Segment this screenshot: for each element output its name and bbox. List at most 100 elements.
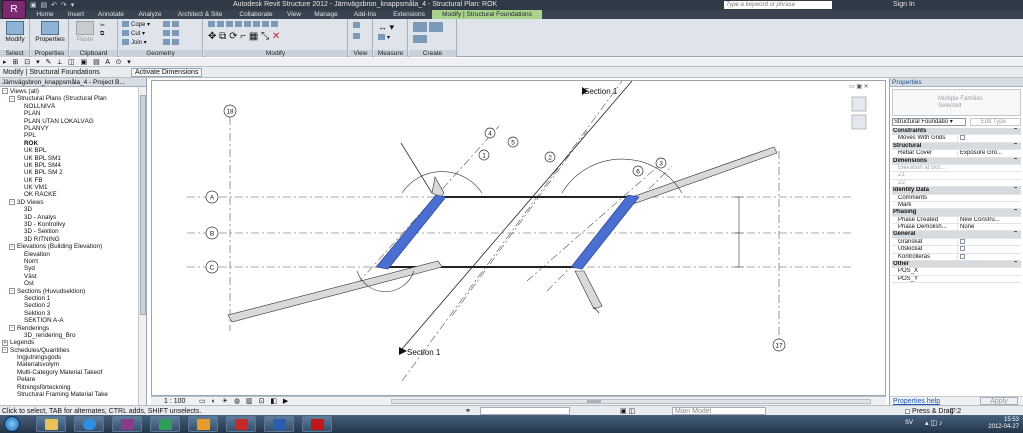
tree-item[interactable]: SEKTION A-A xyxy=(0,317,146,324)
application-menu-button[interactable]: R xyxy=(2,0,26,19)
property-row[interactable]: Kontrolleras xyxy=(892,253,1021,262)
array-icon[interactable]: ▦ xyxy=(249,31,258,42)
tree-item[interactable]: 3D - Analys xyxy=(0,214,146,221)
taskbar-explorer[interactable] xyxy=(36,416,66,432)
tree-item[interactable]: RÖK xyxy=(0,140,146,147)
tree-item[interactable]: Öst xyxy=(0,280,146,287)
geometry-tool-3[interactable] xyxy=(163,39,181,46)
tree-item[interactable]: Sektion 3 xyxy=(0,310,146,317)
taskbar-acrobat[interactable] xyxy=(302,416,332,432)
horizontal-scrollbar-thumb[interactable] xyxy=(587,400,601,403)
tab-add-ins[interactable]: Add-Ins xyxy=(346,10,384,19)
property-value[interactable]: None xyxy=(957,224,1021,231)
press-drag-checkbox[interactable] xyxy=(905,408,910,414)
tree-item[interactable]: PPL xyxy=(0,132,146,139)
collapse-icon[interactable]: ⌃ xyxy=(1013,128,1018,134)
hide-in-view-button[interactable] xyxy=(353,22,362,29)
tree-item[interactable]: Section 1 xyxy=(0,295,146,302)
tab-analyze[interactable]: Analyze xyxy=(132,10,168,19)
property-row[interactable]: Comments xyxy=(892,195,1021,202)
paste-button[interactable]: Paste xyxy=(72,19,98,43)
tray-icons[interactable]: ▴ ◫ ♪ xyxy=(925,419,943,427)
join-button[interactable]: Join ▾ xyxy=(122,39,147,46)
cut-small-icon[interactable]: ✂ xyxy=(100,22,105,29)
view-scale[interactable]: 1 : 100 xyxy=(164,398,185,405)
copy-small-icon[interactable]: ⧉ xyxy=(100,31,104,38)
tab-manage[interactable]: Manage xyxy=(308,10,344,19)
tree-item[interactable]: NOLLNIVÅ xyxy=(0,103,146,110)
tab-collaborate[interactable]: Collaborate xyxy=(232,10,280,19)
cope-button[interactable]: Cope ▾ xyxy=(122,21,150,28)
copy-icon[interactable]: ⧉ xyxy=(219,31,226,42)
move-tools[interactable]: ✥ ⧉ ⟳ ⌐ ▦ ⤡ ✕ xyxy=(208,31,280,42)
property-value[interactable] xyxy=(957,135,1021,142)
taskbar-media[interactable] xyxy=(112,416,142,432)
collapse-icon[interactable]: ⌃ xyxy=(1013,158,1018,164)
tree-item[interactable]: 3D RITNING xyxy=(0,236,146,243)
property-category[interactable]: Constraints ⌃ xyxy=(892,128,1021,136)
tab-view[interactable]: View xyxy=(282,10,306,19)
property-value[interactable]: New Constru... xyxy=(957,216,1021,224)
tree-item[interactable]: PLANVY xyxy=(0,125,146,132)
property-category[interactable]: Dimensions ⌃ xyxy=(892,157,1021,165)
property-checkbox[interactable] xyxy=(960,135,965,141)
tree-item[interactable]: UK VM1 xyxy=(0,184,146,191)
tree-item[interactable]: - Elevations (Building Elevation) xyxy=(0,243,146,250)
taskbar-publisher[interactable] xyxy=(150,416,180,432)
tree-item[interactable]: + Legends xyxy=(0,339,146,346)
cut-button[interactable]: Cut ▾ xyxy=(122,30,145,37)
property-row[interactable]: Granskat xyxy=(892,238,1021,247)
property-row[interactable]: Elevation at Bot... xyxy=(892,165,1021,173)
tree-item[interactable]: Syd xyxy=(0,265,146,272)
collapse-icon[interactable]: ⌃ xyxy=(1013,187,1018,193)
collapse-icon[interactable]: - xyxy=(2,88,8,95)
property-checkbox[interactable] xyxy=(960,238,965,244)
taskbar-word[interactable] xyxy=(264,416,294,432)
property-category[interactable]: Other ⌃ xyxy=(892,261,1021,269)
design-option-selector[interactable]: Main Model xyxy=(672,407,766,415)
press-drag-toggle[interactable]: Press & Drag xyxy=(905,408,954,415)
property-value[interactable] xyxy=(957,253,1021,260)
tree-item[interactable]: UK BPL xyxy=(0,147,146,154)
property-row[interactable]: Z1 xyxy=(892,172,1021,180)
trim-icon[interactable]: ⌐ xyxy=(240,31,246,42)
project-browser-scrollbar[interactable] xyxy=(138,87,146,405)
collapse-icon[interactable]: ⌃ xyxy=(1013,143,1018,149)
tree-item[interactable]: - Sections (Huvudsektion) xyxy=(0,288,146,295)
horizontal-scrollbar[interactable] xyxy=(391,399,871,404)
tree-item[interactable]: PLAN xyxy=(0,110,146,117)
property-value[interactable]: Exposure Gro... xyxy=(957,150,1021,157)
tab-modify-structural-foundations[interactable]: Modify | Structural Foundations xyxy=(432,10,542,19)
align-tools[interactable] xyxy=(208,21,280,28)
tree-item[interactable]: UK BPL SM 2 xyxy=(0,169,146,176)
property-row[interactable]: Phase Created New Constru... xyxy=(892,216,1021,225)
activate-dimensions-button[interactable]: Activate Dimensions xyxy=(131,68,203,77)
tree-item[interactable]: Ritningsförteckning xyxy=(0,384,146,391)
view-control-icons[interactable]: ▭ ◐ ☀ ◍ ▥ ⊡ ◧ ▶ xyxy=(199,397,290,405)
structural-plan-drawing[interactable]: A B C 18 17 4 5 1 2 6 3 Section 1 Sectio… xyxy=(152,80,887,397)
toolbar-icons[interactable]: ▸ ⊞ ⊡ ▾ ✎ ⟂ ◫ ▣ ▤ A ⊙ ▾ xyxy=(3,58,133,67)
property-row[interactable]: Mark xyxy=(892,202,1021,210)
collapse-icon[interactable]: - xyxy=(9,95,15,102)
apply-button[interactable]: Apply xyxy=(980,397,1018,405)
sign-in-button[interactable]: Sign In xyxy=(893,1,915,8)
tree-item[interactable]: 3D - Kontrollvy xyxy=(0,221,146,228)
tab-home[interactable]: Home xyxy=(30,10,60,19)
property-row[interactable]: Rebar Cover Exposure Gro... xyxy=(892,150,1021,158)
quick-access-toolbar[interactable]: ▣ ▤ ↶ ↷ ▾ xyxy=(30,1,75,9)
taskbar-outlook[interactable] xyxy=(188,416,218,432)
tree-item[interactable]: ÖK RÄCKE xyxy=(0,191,146,198)
properties-button[interactable]: Properties xyxy=(33,19,67,43)
property-row[interactable]: POS_X xyxy=(892,268,1021,276)
tree-item[interactable]: 3D - Sektion xyxy=(0,228,146,235)
tab-extensions[interactable]: Extensions xyxy=(386,10,432,19)
input-language[interactable]: SV xyxy=(905,420,913,426)
geometry-tool-2[interactable] xyxy=(163,30,181,37)
collapse-icon[interactable]: ⌃ xyxy=(1013,231,1018,237)
property-row[interactable]: Phase Demolish... None xyxy=(892,224,1021,232)
workset-selector[interactable] xyxy=(480,407,570,415)
collapse-icon[interactable]: - xyxy=(9,287,15,294)
collapse-icon[interactable]: - xyxy=(9,199,15,206)
taskbar-ie[interactable] xyxy=(74,416,104,432)
design-options-icons[interactable]: ▣ ◫ xyxy=(620,407,635,415)
